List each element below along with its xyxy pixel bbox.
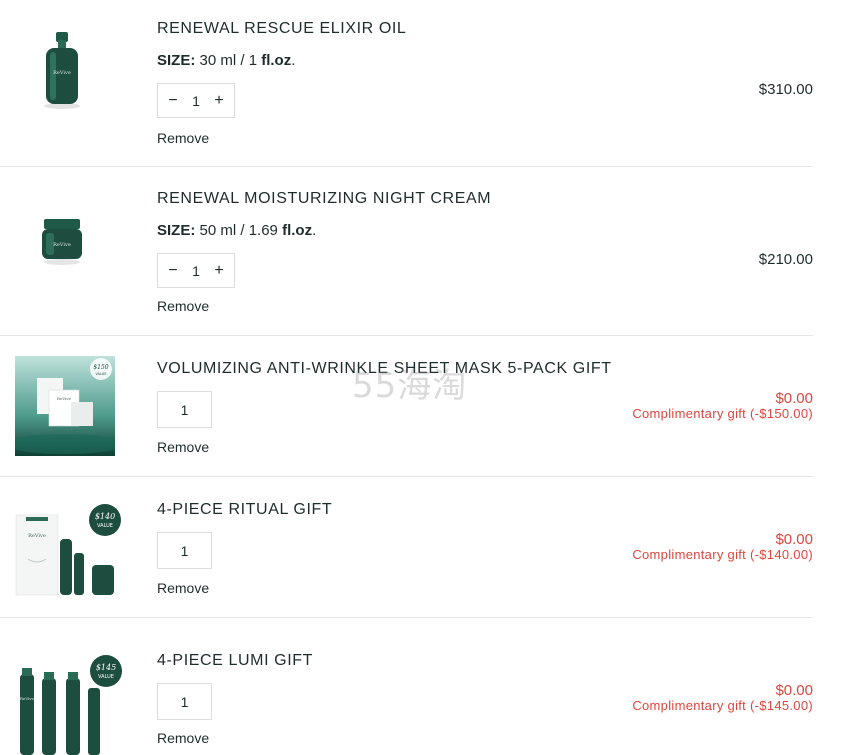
product-size: SIZE: 50 ml / 1.69 fl.oz.: [157, 222, 317, 239]
quantity-value[interactable]: 1: [192, 93, 200, 109]
product-name: 4-PIECE LUMI GIFT: [157, 652, 313, 669]
elixir-oil-product-image: ReVive: [44, 32, 80, 109]
product-name: RENEWAL MOISTURIZING NIGHT CREAM: [157, 190, 492, 207]
svg-text:ReVive: ReVive: [20, 696, 35, 701]
item-price: $210.00: [758, 251, 813, 268]
remove-link[interactable]: Remove: [157, 298, 209, 314]
remove-link[interactable]: Remove: [157, 730, 209, 746]
svg-text:ReVive: ReVive: [57, 396, 72, 401]
ritual-gift-product-image: ReVive $140 VALUE: [15, 504, 121, 596]
svg-text:ReVive: ReVive: [28, 533, 46, 539]
product-size: SIZE: 30 ml / 1 fl.oz.: [157, 52, 296, 69]
value-badge: $145: [96, 663, 116, 672]
quantity-value[interactable]: 1: [181, 543, 189, 559]
decrease-quantity-button[interactable]: −: [166, 262, 180, 279]
complimentary-gift-note: Complimentary gift (-$150.00): [632, 406, 813, 421]
svg-text:ReVive: ReVive: [53, 70, 71, 76]
quantity-value[interactable]: 1: [181, 694, 189, 710]
complimentary-gift-note: Complimentary gift (-$140.00): [632, 547, 813, 562]
quantity-field[interactable]: 1: [157, 391, 212, 428]
item-price: $310.00: [758, 81, 813, 98]
night-cream-product-image: ReVive: [42, 219, 82, 265]
cart-item: ReVive RENEWAL MOISTURIZING NIGHT CREAM …: [0, 167, 813, 336]
item-price: $0.00: [775, 390, 813, 407]
product-name: VOLUMIZING ANTI-WRINKLE SHEET MASK 5-PAC…: [157, 360, 612, 377]
quantity-value[interactable]: 1: [181, 402, 189, 418]
quantity-value[interactable]: 1: [192, 263, 200, 279]
cart-item: ReVive $140 VALUE 4-PIECE RITUAL GIFT 1 …: [0, 477, 813, 618]
decrease-quantity-button[interactable]: −: [166, 92, 180, 109]
quantity-stepper[interactable]: − 1 +: [157, 253, 235, 288]
remove-link[interactable]: Remove: [157, 439, 209, 455]
product-name: RENEWAL RESCUE ELIXIR OIL: [157, 20, 407, 37]
lumi-gift-product-image: ReVive $145 VALUE: [20, 655, 122, 755]
quantity-field[interactable]: 1: [157, 532, 212, 569]
value-badge: $150: [93, 364, 108, 371]
product-name: 4-PIECE RITUAL GIFT: [157, 501, 333, 518]
svg-text:VALUE: VALUE: [97, 523, 113, 529]
cart-item: ReVive $145 VALUE 4-PIECE LUMI GIFT 1 Re…: [0, 618, 813, 755]
item-price: $0.00: [775, 531, 813, 548]
sheet-mask-product-image: ReVive $150 VALUE: [15, 356, 115, 456]
svg-text:VALUE: VALUE: [95, 372, 106, 376]
increase-quantity-button[interactable]: +: [212, 92, 226, 109]
svg-text:VALUE: VALUE: [98, 674, 114, 680]
svg-text:ReVive: ReVive: [53, 242, 71, 248]
cart-item: ReVive $150 VALUE VOLUMIZING ANTI-WRINKL…: [0, 336, 813, 477]
increase-quantity-button[interactable]: +: [212, 262, 226, 279]
value-badge: $140: [95, 512, 115, 521]
item-price: $0.00: [775, 682, 813, 699]
cart-item: ReVive RENEWAL RESCUE ELIXIR OIL SIZE: 3…: [0, 0, 813, 167]
remove-link[interactable]: Remove: [157, 130, 209, 146]
remove-link[interactable]: Remove: [157, 580, 209, 596]
complimentary-gift-note: Complimentary gift (-$145.00): [632, 698, 813, 713]
quantity-stepper[interactable]: − 1 +: [157, 83, 235, 118]
quantity-field[interactable]: 1: [157, 683, 212, 720]
